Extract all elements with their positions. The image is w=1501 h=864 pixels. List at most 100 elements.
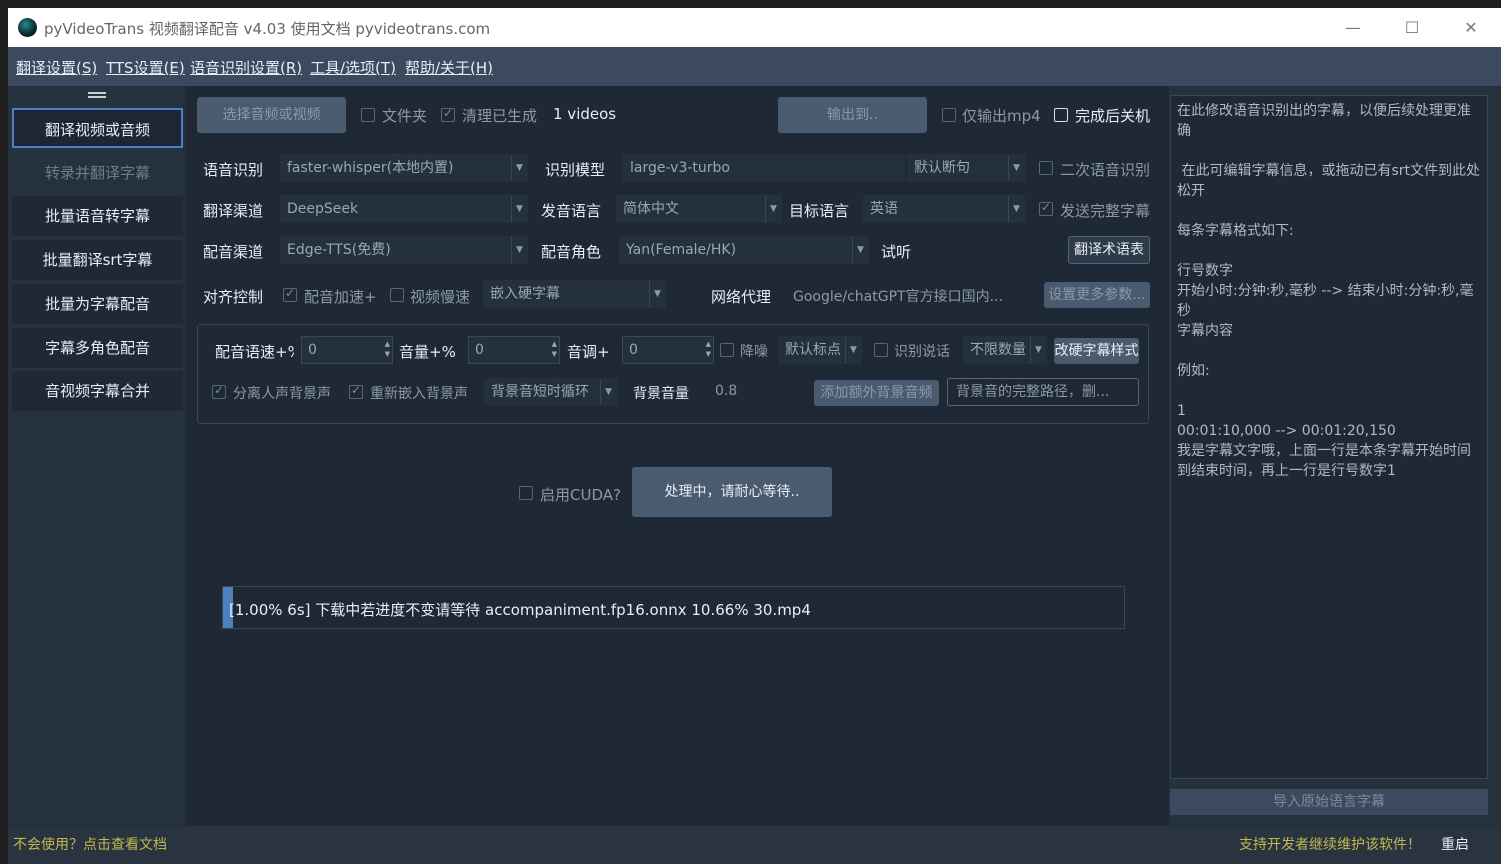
reembed-bg-checkbox[interactable] xyxy=(349,383,363,399)
sidebar-item-translate-video[interactable]: 翻译视频或音频 xyxy=(12,108,183,148)
shutdown-label: 完成后关机 xyxy=(1075,107,1151,125)
clean-checkbox[interactable] xyxy=(441,106,455,122)
sidebar-item-batch-asr[interactable]: 批量语音转字幕 xyxy=(12,196,183,236)
import-subtitle-button[interactable]: 导入原始语言字幕 xyxy=(1170,789,1488,815)
send-full-label: 发送完整字幕 xyxy=(1060,202,1151,220)
menu-translate-settings[interactable]: 翻译设置(S) xyxy=(16,57,97,78)
menu-asr-settings[interactable]: 语音识别设置(R) xyxy=(190,57,302,78)
speaker-checkbox[interactable] xyxy=(874,343,888,357)
chevron-down-icon: ▼ xyxy=(845,337,861,363)
app-window: pyVideoTrans 视频翻译配音 v4.03 使用文档 pyvideotr… xyxy=(8,8,1501,864)
cuda-checkbox[interactable] xyxy=(519,486,533,500)
subtitle-editor[interactable]: 在此修改语音识别出的字幕，以便后续处理更准确 在此可编辑字幕信息，或拖动已有sr… xyxy=(1170,95,1488,779)
align-label: 对齐控制 xyxy=(203,288,264,306)
add-bg-audio-button[interactable]: 添加额外背景音频 xyxy=(814,380,939,406)
support-dev-link[interactable]: 支持开发者继续维护该软件！ xyxy=(1239,834,1421,854)
sidebar-item-transcribe-translate[interactable]: 转录并翻译字幕 xyxy=(12,153,183,193)
asr-select-value: faster-whisper(本地内置) xyxy=(287,160,454,176)
sidebar-item-batch-srt[interactable]: 批量翻译srt字幕 xyxy=(12,240,183,280)
cuda-label: 启用CUDA? xyxy=(540,486,621,504)
chevron-down-icon: ▼ xyxy=(1008,155,1024,181)
window-title: pyVideoTrans 视频翻译配音 v4.03 使用文档 pyvideotr… xyxy=(44,20,491,38)
pitch-spinbox[interactable]: 0 ▲ ▼ xyxy=(622,336,714,364)
separate-vocals-checkbox[interactable] xyxy=(212,383,226,399)
mp4-only-checkbox[interactable] xyxy=(942,108,956,122)
tts-channel-value: Edge-TTS(免费) xyxy=(287,242,391,258)
progress-text: [1.00% 6s] 下载中若进度不变请等待 accompaniment.fp1… xyxy=(229,601,811,619)
volume-label: 音量+% xyxy=(399,343,456,361)
proxy-label: 网络代理 xyxy=(711,288,772,306)
sidebar-item-multi-role[interactable]: 字幕多角色配音 xyxy=(12,328,183,368)
menu-tools[interactable]: 工具/选项(T) xyxy=(310,57,396,78)
pitch-label: 音调+ xyxy=(567,343,610,361)
bg-volume-label: 背景音量 xyxy=(633,386,689,402)
bg-loop-value: 背景音短时循环 xyxy=(491,384,589,400)
mp4-only-label: 仅输出mp4 xyxy=(962,107,1041,125)
subtitle-style-button[interactable]: 改硬字幕样式 xyxy=(1054,338,1139,364)
glossary-button[interactable]: 翻译术语表 xyxy=(1068,236,1150,264)
sidebar-item-batch-dub[interactable]: 批量为字幕配音 xyxy=(12,284,183,324)
close-button[interactable]: ✕ xyxy=(1460,17,1482,39)
bg-volume-value[interactable]: 0.8 xyxy=(715,383,737,399)
voice-role-value: Yan(Female/HK) xyxy=(626,242,737,258)
spin-arrows-icon: ▲ ▼ xyxy=(705,340,711,358)
second-asr-label: 二次语音识别 xyxy=(1060,161,1151,179)
send-full-checkbox[interactable] xyxy=(1039,200,1053,216)
chevron-down-icon: ▼ xyxy=(1030,337,1046,363)
progress-bar: [1.00% 6s] 下载中若进度不变请等待 accompaniment.fp1… xyxy=(222,586,1125,629)
shutdown-checkbox[interactable] xyxy=(1054,108,1068,122)
app-logo-icon xyxy=(18,18,37,37)
menu-handle-icon[interactable] xyxy=(88,92,106,98)
processing-button[interactable]: 处理中，请耐心等待.. xyxy=(632,467,832,517)
translate-channel-select[interactable]: DeepSeek ▼ xyxy=(280,195,528,223)
speedup-checkbox[interactable] xyxy=(283,286,297,302)
asr-select[interactable]: faster-whisper(本地内置) ▼ xyxy=(280,154,528,182)
model-select-value: large-v3-turbo xyxy=(630,160,730,176)
rate-spinbox[interactable]: 0 ▲ ▼ xyxy=(301,336,393,364)
listen-button[interactable]: 试听 xyxy=(881,241,911,262)
restart-button[interactable]: 重启 xyxy=(1441,834,1469,854)
chevron-down-icon: ▼ xyxy=(852,237,868,263)
maximize-button[interactable]: ☐ xyxy=(1401,17,1423,39)
source-lang-select[interactable]: 简体中文 ▼ xyxy=(616,195,782,223)
reembed-bg-label: 重新嵌入背景声 xyxy=(370,386,468,402)
output-to-button[interactable]: 输出到.. xyxy=(778,97,927,133)
split-select[interactable]: 默认断句 ▼ xyxy=(907,154,1025,182)
tts-channel-select[interactable]: Edge-TTS(免费) ▼ xyxy=(280,236,528,264)
status-bar: 不会使用？点击查看文档 支持开发者继续维护该软件！ 重启 xyxy=(8,826,1501,864)
bg-path-input[interactable]: 背景音的完整路径，删... xyxy=(947,378,1139,406)
chevron-down-icon: ▼ xyxy=(1008,196,1024,222)
chevron-down-icon: ▼ xyxy=(765,196,781,222)
bg-loop-select[interactable]: 背景音短时循环 ▼ xyxy=(484,378,617,406)
help-docs-link[interactable]: 不会使用？点击查看文档 xyxy=(13,834,167,854)
minimize-button[interactable]: — xyxy=(1342,17,1364,39)
video-slow-checkbox[interactable] xyxy=(390,288,404,302)
menu-tts-settings[interactable]: TTS设置(E) xyxy=(106,57,185,78)
punct-select[interactable]: 默认标点 ▼ xyxy=(778,336,862,364)
proxy-input[interactable]: Google/chatGPT官方接口国内... xyxy=(793,286,1003,306)
model-label: 识别模型 xyxy=(545,161,606,179)
speaker-count-select[interactable]: 不限数量 ▼ xyxy=(963,336,1047,364)
select-media-button[interactable]: 选择音频或视频 xyxy=(197,97,346,133)
punct-value: 默认标点 xyxy=(785,342,841,358)
folder-label: 文件夹 xyxy=(382,107,428,125)
menu-help[interactable]: 帮助/关于(H) xyxy=(405,57,493,78)
denoise-label: 降噪 xyxy=(740,344,768,360)
clean-label: 清理已生成 xyxy=(462,107,538,125)
chevron-down-icon: ▼ xyxy=(600,379,616,405)
target-lang-select[interactable]: 英语 ▼ xyxy=(863,195,1025,223)
spin-arrows-icon: ▲ ▼ xyxy=(384,340,390,358)
separate-vocals-label: 分离人声背景声 xyxy=(233,386,331,402)
folder-checkbox[interactable] xyxy=(361,108,375,122)
sidebar-item-merge[interactable]: 音视频字幕合并 xyxy=(12,371,183,411)
sidebar: 翻译视频或音频 转录并翻译字幕 批量语音转字幕 批量翻译srt字幕 批量为字幕配… xyxy=(8,86,186,826)
second-asr-checkbox[interactable] xyxy=(1039,161,1053,175)
subtitle-panel: 在此修改语音识别出的字幕，以便后续处理更准确 在此可编辑字幕信息，或拖动已有sr… xyxy=(1169,86,1501,826)
denoise-checkbox[interactable] xyxy=(720,343,734,357)
asr-label: 语音识别 xyxy=(203,161,264,179)
voice-role-select[interactable]: Yan(Female/HK) ▼ xyxy=(619,236,869,264)
more-settings-button[interactable]: 设置更多参数... xyxy=(1044,282,1150,308)
volume-spinbox[interactable]: 0 ▲ ▼ xyxy=(468,336,560,364)
model-select[interactable]: large-v3-turbo xyxy=(623,154,905,182)
embed-subtitle-select[interactable]: 嵌入硬字幕 ▼ xyxy=(483,280,666,308)
